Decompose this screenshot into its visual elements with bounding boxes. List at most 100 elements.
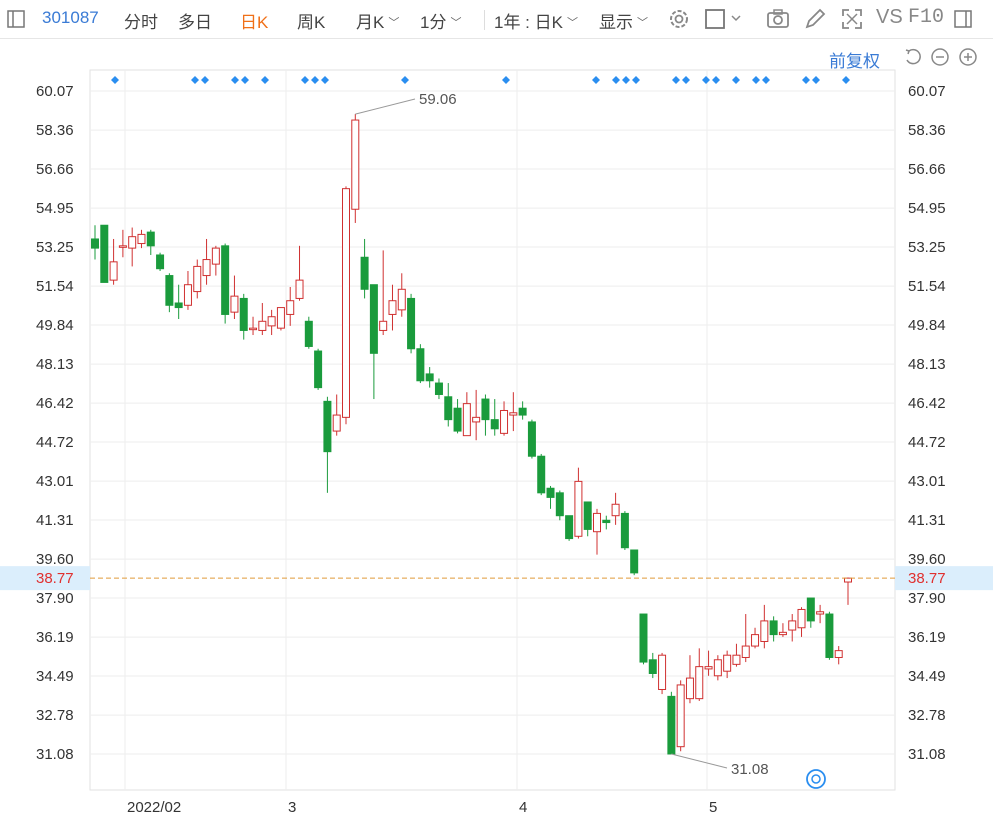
candle-down [490,419,499,430]
event-marker-icon[interactable] [842,76,850,84]
event-marker-icon[interactable] [111,76,119,84]
price-tick-label: 60.07 [36,83,74,100]
candle-down [434,382,443,395]
price-tick-label: 43.01 [36,473,74,490]
event-marker-icon[interactable] [201,76,209,84]
candle-down [806,597,815,622]
candle-up [351,119,360,210]
candle-up [109,261,118,281]
event-marker-icon[interactable] [732,76,740,84]
price-tick-label: 39.60 [36,551,74,568]
date-tick-label: 5 [709,799,717,816]
event-marker-icon[interactable] [321,76,329,84]
price-axis-right: 60.07 58.36 56.66 54.95 53.25 51.54 49.84 48.13… [908,83,946,763]
candle-up [778,631,787,636]
price-tick-label: 34.49 [36,668,74,685]
event-marker-icon[interactable] [231,76,239,84]
event-marker-icon[interactable] [311,76,319,84]
candle-down [481,398,490,421]
event-marker-icon[interactable] [672,76,680,84]
candle-up [295,279,304,299]
candle-down [407,297,416,350]
candle-up [816,611,825,615]
price-tick-label: 41.31 [908,512,946,529]
price-tick-label: 53.25 [908,239,946,256]
candlestick-chart[interactable]: 60.07 58.36 56.66 54.95 53.25 51.54 49.84 48.13… [0,0,993,822]
candle-up [332,414,341,432]
event-marker-icon[interactable] [632,76,640,84]
candle-down [146,231,155,247]
price-tick-label: 39.60 [908,551,946,568]
event-markers[interactable] [111,76,850,84]
price-tick-label: 60.07 [908,83,946,100]
candle-up [462,403,471,437]
candle-down [555,492,564,517]
candle-up [249,327,258,331]
price-tick-label: 37.90 [908,590,946,607]
candle-up [593,512,601,533]
price-tick-label: 32.78 [36,707,74,724]
candle-up [211,247,220,265]
candle-up [128,236,137,249]
event-marker-icon[interactable] [752,76,760,84]
candle-up [202,259,211,277]
current-price-label: 38.77 [36,570,74,587]
price-tick-label: 51.54 [908,278,946,295]
price-tick-label: 48.13 [908,356,946,373]
event-marker-icon[interactable] [502,76,510,84]
candle-up [658,654,667,691]
candle-down [453,407,462,432]
event-marker-icon[interactable] [592,76,600,84]
candles [91,114,852,755]
event-marker-icon[interactable] [762,76,770,84]
candle-down [314,350,323,389]
candle-up [760,620,769,642]
event-marker-icon[interactable] [191,76,199,84]
event-marker-icon[interactable] [261,76,269,84]
candle-up [723,654,732,672]
candle-up [267,316,276,327]
candle-up [193,265,202,293]
event-marker-icon[interactable] [401,76,409,84]
event-marker-icon[interactable] [712,76,720,84]
candle-up [751,634,760,647]
event-marker-icon[interactable] [241,76,249,84]
event-marker-icon[interactable] [682,76,690,84]
price-tick-label: 31.08 [36,746,74,763]
candle-up [500,409,509,434]
candle-up [713,659,722,677]
event-marker-icon[interactable] [612,76,620,84]
price-tick-label: 56.66 [36,161,74,178]
high-price-label: 59.06 [419,91,457,108]
candle-up [788,620,797,631]
event-marker-icon[interactable] [622,76,630,84]
date-tick-label: 4 [519,799,527,816]
price-tick-label: 49.84 [908,317,946,334]
date-tick-label: 3 [288,799,296,816]
price-tick-label: 54.95 [36,200,74,217]
event-marker-icon[interactable] [812,76,820,84]
low-annotation-line [671,753,728,769]
candle-down [546,487,555,498]
candle-down [639,613,648,663]
price-tick-label: 53.25 [36,239,74,256]
event-marker-icon[interactable] [802,76,810,84]
candle-down [527,421,536,457]
event-marker-icon[interactable] [301,76,309,84]
candle-down [174,302,183,309]
magnifier-ring [806,769,826,789]
candle-down [360,256,369,290]
price-tick-label: 44.72 [36,434,74,451]
price-tick-label: 41.31 [36,512,74,529]
price-tick-label: 37.90 [36,590,74,607]
date-tick-label: 2022/02 [127,799,181,816]
magnifier-icon[interactable] [806,769,826,789]
candle-up [118,245,127,248]
date-axis: 2022/02 3 4 5 [127,799,717,816]
price-tick-label: 54.95 [908,200,946,217]
candle-up [797,608,806,629]
candle-up [844,577,852,583]
candle-up [258,320,267,331]
event-marker-icon[interactable] [702,76,710,84]
price-tick-label: 51.54 [36,278,74,295]
